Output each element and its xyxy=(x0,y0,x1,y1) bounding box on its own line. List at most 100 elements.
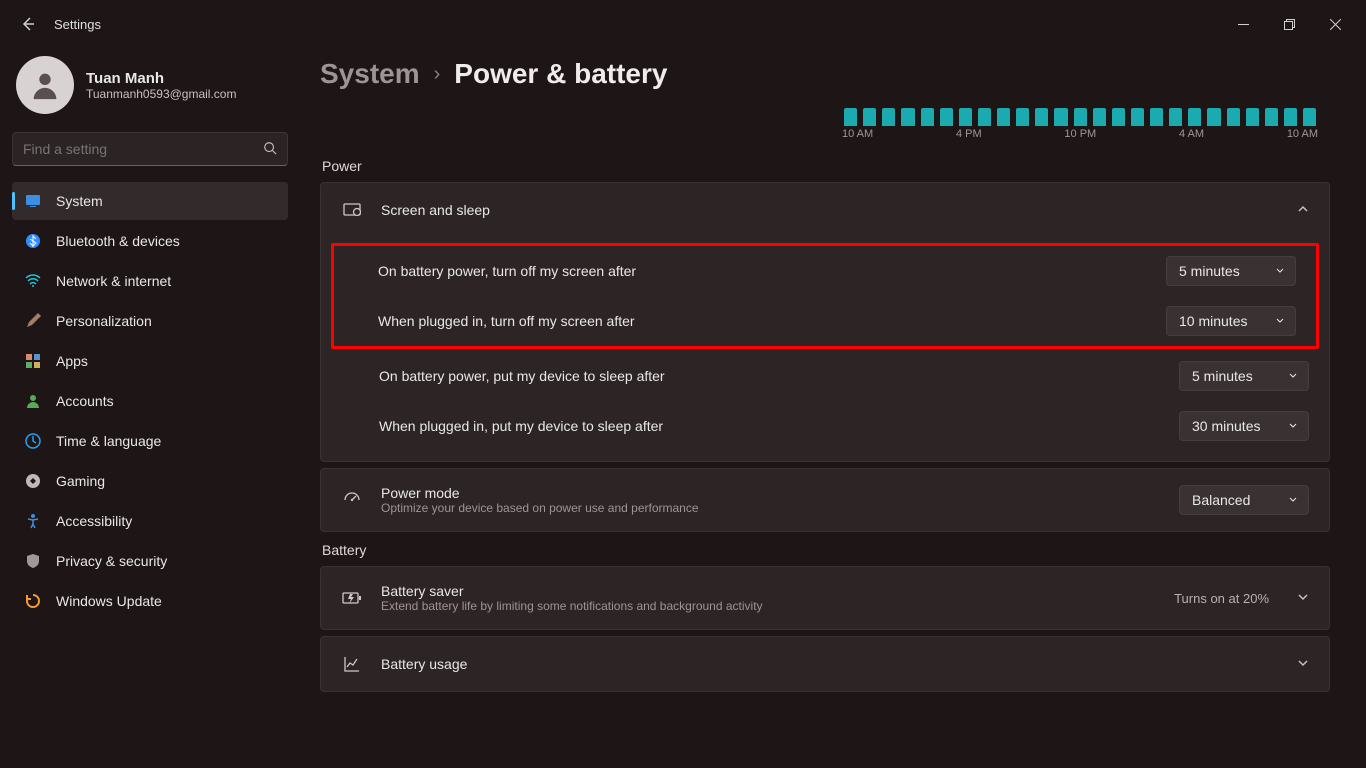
nav-privacy[interactable]: Privacy & security xyxy=(12,542,288,580)
dropdown-value: 5 minutes xyxy=(1179,263,1240,279)
paintbrush-icon xyxy=(24,312,42,330)
chevron-down-icon xyxy=(1275,313,1285,329)
user-email: Tuanmanh0593@gmail.com xyxy=(86,87,236,101)
nav-label: Personalization xyxy=(56,313,152,329)
nav-apps[interactable]: Apps xyxy=(12,342,288,380)
maximize-button[interactable] xyxy=(1266,8,1312,40)
plugged-sleep-row: When plugged in, put my device to sleep … xyxy=(321,401,1329,451)
battery-saver-header[interactable]: Battery saver Extend battery life by lim… xyxy=(321,567,1329,629)
system-icon xyxy=(24,192,42,210)
plugged-screen-row: When plugged in, turn off my screen afte… xyxy=(334,296,1316,346)
nav-label: Time & language xyxy=(56,433,161,449)
dropdown-value: 10 minutes xyxy=(1179,313,1247,329)
card-subtitle: Optimize your device based on power use … xyxy=(381,501,699,515)
on-battery-sleep-dropdown[interactable]: 5 minutes xyxy=(1179,361,1309,391)
on-battery-sleep-row: On battery power, put my device to sleep… xyxy=(321,351,1329,401)
nav-network[interactable]: Network & internet xyxy=(12,262,288,300)
wifi-icon xyxy=(24,272,42,290)
chart-tick: 10 AM xyxy=(842,128,873,140)
card-title: Battery usage xyxy=(381,656,467,672)
nav-label: System xyxy=(56,193,103,209)
user-name: Tuan Manh xyxy=(86,70,236,87)
nav-time[interactable]: Time & language xyxy=(12,422,288,460)
chevron-right-icon: › xyxy=(434,63,441,86)
dropdown-value: 5 minutes xyxy=(1192,368,1253,384)
chevron-down-icon xyxy=(1288,418,1298,434)
row-label: When plugged in, turn off my screen afte… xyxy=(378,313,1152,329)
breadcrumb: System › Power & battery xyxy=(320,58,1330,90)
plugged-screen-dropdown[interactable]: 10 minutes xyxy=(1166,306,1296,336)
chart-tick: 10 PM xyxy=(1064,128,1096,140)
nav-accessibility[interactable]: Accessibility xyxy=(12,502,288,540)
nav-label: Accessibility xyxy=(56,513,132,529)
nav-bluetooth[interactable]: Bluetooth & devices xyxy=(12,222,288,260)
nav-gaming[interactable]: Gaming xyxy=(12,462,288,500)
gamepad-icon xyxy=(24,472,42,490)
battery-saver-card: Battery saver Extend battery life by lim… xyxy=(320,566,1330,630)
chevron-down-icon xyxy=(1297,656,1309,672)
nav-personalization[interactable]: Personalization xyxy=(12,302,288,340)
dropdown-value: Balanced xyxy=(1192,492,1250,508)
chevron-down-icon xyxy=(1297,590,1309,606)
nav-label: Privacy & security xyxy=(56,553,167,569)
sidebar: Tuan Manh Tuanmanh0593@gmail.com System … xyxy=(0,48,300,768)
chevron-down-icon xyxy=(1288,368,1298,384)
window-title: Settings xyxy=(54,17,101,32)
nav-label: Accounts xyxy=(56,393,114,409)
shield-icon xyxy=(24,552,42,570)
nav-update[interactable]: Windows Update xyxy=(12,582,288,620)
chart-tick: 4 PM xyxy=(956,128,982,140)
user-account-block[interactable]: Tuan Manh Tuanmanh0593@gmail.com xyxy=(16,56,284,114)
close-button[interactable] xyxy=(1312,8,1358,40)
battery-saver-icon xyxy=(341,587,363,609)
highlighted-region: On battery power, turn off my screen aft… xyxy=(331,243,1319,349)
chevron-down-icon xyxy=(1275,263,1285,279)
accessibility-icon xyxy=(24,512,42,530)
nav-accounts[interactable]: Accounts xyxy=(12,382,288,420)
battery-saver-status: Turns on at 20% xyxy=(1174,591,1269,606)
back-arrow-icon xyxy=(20,16,36,32)
nav-system[interactable]: System xyxy=(12,182,288,220)
close-icon xyxy=(1330,19,1341,30)
person-icon xyxy=(28,68,62,102)
row-label: On battery power, put my device to sleep… xyxy=(379,368,1165,384)
on-battery-screen-row: On battery power, turn off my screen aft… xyxy=(334,246,1316,296)
section-power: Power xyxy=(322,158,1330,174)
battery-usage-card: Battery usage xyxy=(320,636,1330,692)
apps-icon xyxy=(24,352,42,370)
screen-sleep-header[interactable]: Screen and sleep xyxy=(321,183,1329,237)
search-icon xyxy=(263,141,277,158)
battery-level-chart: 10 AM 4 PM 10 PM 4 AM 10 AM xyxy=(840,104,1320,140)
back-button[interactable] xyxy=(8,4,48,44)
bluetooth-icon xyxy=(24,232,42,250)
card-title: Battery saver xyxy=(381,583,763,599)
search-box[interactable] xyxy=(12,132,288,166)
screen-sleep-card: Screen and sleep On battery power, turn … xyxy=(320,182,1330,462)
chart-tick: 4 AM xyxy=(1179,128,1204,140)
on-battery-screen-dropdown[interactable]: 5 minutes xyxy=(1166,256,1296,286)
update-icon xyxy=(24,592,42,610)
nav-label: Network & internet xyxy=(56,273,171,289)
battery-usage-header[interactable]: Battery usage xyxy=(321,637,1329,691)
chevron-up-icon xyxy=(1297,202,1309,218)
globe-clock-icon xyxy=(24,432,42,450)
dropdown-value: 30 minutes xyxy=(1192,418,1260,434)
power-mode-header[interactable]: Power mode Optimize your device based on… xyxy=(321,469,1329,531)
power-mode-card: Power mode Optimize your device based on… xyxy=(320,468,1330,532)
breadcrumb-parent[interactable]: System xyxy=(320,58,420,90)
screen-sleep-icon xyxy=(341,199,363,221)
row-label: On battery power, turn off my screen aft… xyxy=(378,263,1152,279)
maximize-icon xyxy=(1284,19,1295,30)
minimize-icon xyxy=(1238,19,1249,30)
card-subtitle: Extend battery life by limiting some not… xyxy=(381,599,763,613)
main-content: System › Power & battery 10 AM 4 PM 10 P… xyxy=(300,48,1366,768)
card-title: Power mode xyxy=(381,485,699,501)
plugged-sleep-dropdown[interactable]: 30 minutes xyxy=(1179,411,1309,441)
card-title: Screen and sleep xyxy=(381,202,490,218)
minimize-button[interactable] xyxy=(1220,8,1266,40)
nav-label: Gaming xyxy=(56,473,105,489)
section-battery: Battery xyxy=(322,542,1330,558)
search-input[interactable] xyxy=(23,141,263,157)
power-mode-icon xyxy=(341,489,363,511)
power-mode-dropdown[interactable]: Balanced xyxy=(1179,485,1309,515)
